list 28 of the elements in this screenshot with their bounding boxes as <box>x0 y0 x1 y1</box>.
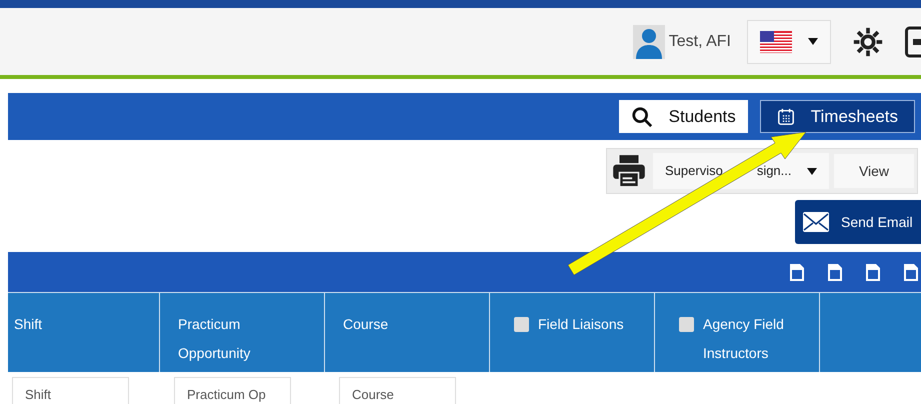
column-label: Field Liaisons <box>538 315 624 334</box>
filter-field[interactable]: Practicum Op <box>174 377 291 404</box>
nav-tab[interactable]: Students <box>618 100 748 133</box>
column-header[interactable]: Shift <box>8 293 160 372</box>
filter-field[interactable]: Course <box>339 377 456 404</box>
user-name[interactable]: Test, AFI <box>668 30 731 54</box>
checkbox[interactable] <box>514 317 529 332</box>
language-dropdown[interactable] <box>747 20 831 64</box>
flag-icon <box>760 30 792 52</box>
column-label: Practicum Opportunity <box>177 315 252 363</box>
search-icon <box>630 106 653 128</box>
filter-field[interactable]: Shift <box>12 377 129 404</box>
column-header[interactable]: Field Liaisons <box>490 293 655 372</box>
nav-tab[interactable]: Timesheets <box>760 100 915 133</box>
checkbox[interactable] <box>679 317 694 332</box>
column-header[interactable]: Practicum Opportunity <box>160 293 325 372</box>
view-button[interactable]: View <box>834 154 914 188</box>
user-avatar-icon <box>632 24 665 58</box>
calendar-icon <box>776 108 795 126</box>
send-email-button[interactable]: Send Email <box>795 200 921 244</box>
column-header[interactable]: Course <box>325 293 490 372</box>
column-label: Agency Field Instructors <box>703 315 785 363</box>
envelope-icon <box>803 212 829 232</box>
column-header[interactable]: Agency Field Instructors <box>655 293 820 372</box>
column-label: Shift <box>14 315 44 334</box>
column-label: Course <box>342 315 390 334</box>
caret-icon <box>808 38 818 45</box>
caret-icon <box>807 168 817 174</box>
